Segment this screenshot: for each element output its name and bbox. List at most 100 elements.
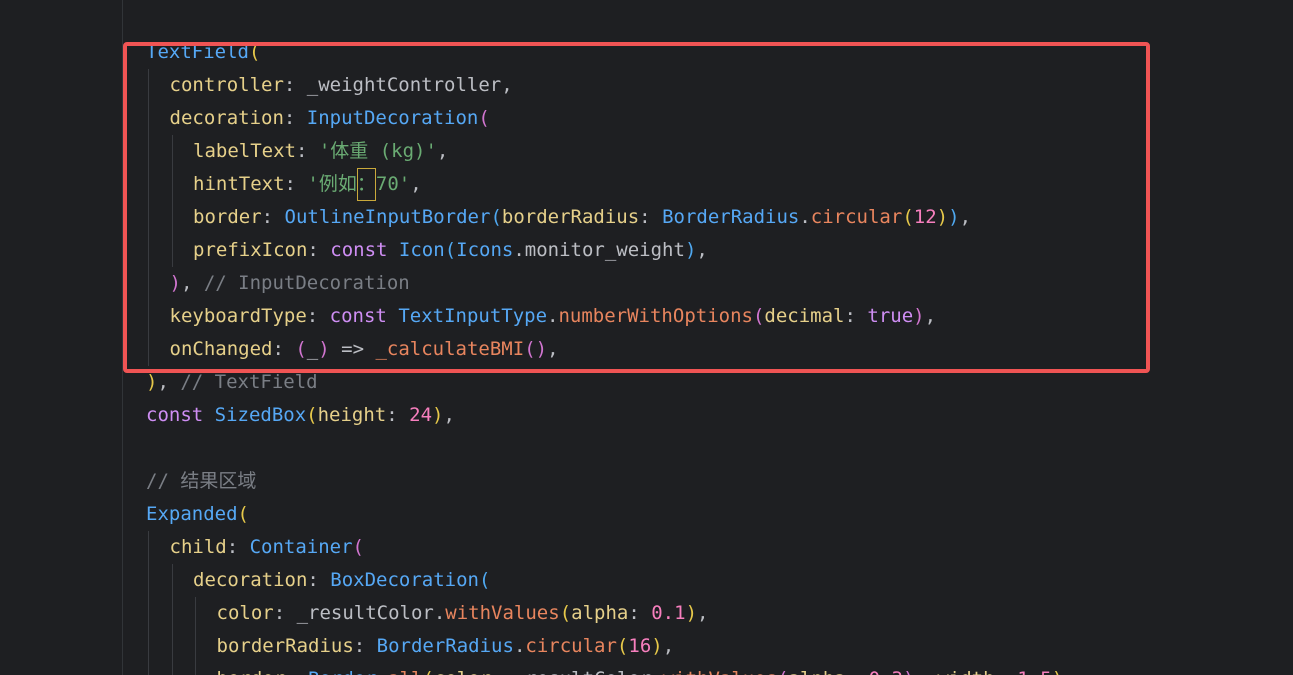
code-line[interactable]: border: Border.all(color: _resultColor.w… [0,663,1293,675]
code-token: TextInputType [398,305,548,327]
code-token: () [524,338,548,360]
code-token: , [547,338,559,360]
code-text: keyboardType: const TextInputType.number… [170,300,937,333]
code-token: : [306,305,330,327]
code-token: : [285,668,308,675]
code-line[interactable]: color: _resultColor.withValues(alpha: 0.… [0,597,1293,630]
code-token: : [272,338,296,360]
code-token: decoration [193,569,308,591]
code-token: , [662,635,675,657]
code-line[interactable]: const SizedBox(height: 24), [0,399,1293,432]
code-editor[interactable]: TextField(controller: _weightController,… [0,0,1293,675]
code-token: : _resultColor. [273,602,446,624]
code-token: ( [478,107,490,129]
indent-guide [148,597,149,630]
code-line[interactable]: // 结果区域 [0,465,1293,498]
code-token: ( [752,305,765,327]
code-token: , [696,239,708,261]
code-line[interactable]: TextField( [0,36,1293,69]
code-token: 12 [913,206,937,228]
code-token: , [436,140,449,162]
code-line[interactable]: controller: _weightController, [0,69,1293,102]
code-text: // 结果区域 [146,465,256,498]
code-line[interactable]: ), // TextField [0,366,1293,399]
code-line[interactable]: labelText: '体重 (kg)', [0,135,1293,168]
code-token: decimal [764,305,845,327]
code-token: : [995,668,1018,675]
code-token: : [307,569,331,591]
code-token: : [284,173,308,195]
code-line[interactable]: Expanded( [0,498,1293,531]
code-token: ( [248,41,261,63]
indent-guide [195,663,196,675]
code-token: : [628,602,652,624]
code-token: .monitor_weight [513,239,685,261]
code-token: prefixIcon [193,239,308,261]
code-token: borderRadius [501,206,640,228]
code-line[interactable] [0,432,1293,465]
code-line[interactable]: borderRadius: BorderRadius.circular(16), [0,630,1293,663]
code-token: , [1063,668,1074,675]
code-text: border: Border.all(color: _resultColor.w… [217,663,1075,675]
indent-guide [171,630,173,663]
indent-guide [171,201,173,234]
code-token: . [377,668,388,675]
code-token: : _resultColor. [491,668,663,675]
code-line[interactable]: child: Container( [0,531,1293,564]
code-token: ) [169,272,181,294]
indent-guide [195,630,196,663]
indent-guide [171,597,173,630]
code-token: ( [306,404,318,426]
code-line[interactable]: hintText: '例如：70', [0,168,1293,201]
code-line[interactable]: ), // InputDecoration [0,267,1293,300]
code-token: : [307,239,331,261]
code-token: , [959,206,972,228]
code-line[interactable]: onChanged: (_) => _calculateBMI(), [0,333,1293,366]
code-token: height [317,404,387,426]
code-line[interactable]: prefixIcon: const Icon(Icons.monitor_wei… [0,234,1293,267]
code-token: border [217,668,286,675]
code-token: : [386,404,410,426]
code-token: , [410,173,422,195]
code-token: numberWithOptions [558,305,753,327]
indent-guide [148,69,149,102]
code-token: , [697,602,709,624]
code-token: . [547,305,559,327]
code-token: : [261,206,285,228]
code-token: hintText [193,173,285,195]
code-token: Icons [456,239,514,261]
code-token: ( [616,635,629,657]
code-token: ) [432,404,444,426]
code-token: ) [936,206,949,228]
code-token: ) [651,635,663,657]
code-line[interactable]: decoration: InputDecoration( [0,102,1293,135]
code-token: labelText [193,140,296,162]
code-token: // TextField [180,371,318,393]
code-token: 24 [409,404,433,426]
code-token: true [867,305,914,327]
code-text: const SizedBox(height: 24), [146,399,455,432]
code-token: => [329,338,376,360]
code-token: , [157,371,181,393]
code-token: '例如 [307,173,357,195]
code-line[interactable]: keyboardType: const TextInputType.number… [0,300,1293,333]
code-text: TextField( [146,36,260,69]
code-token: color [216,602,274,624]
code-token: ( [902,206,914,228]
code-line[interactable]: border: OutlineInputBorder(borderRadius:… [0,201,1293,234]
code-token: ( [352,536,364,558]
code-token: _calculateBMI [375,338,525,360]
code-text: color: _resultColor.withValues(alpha: 0.… [217,597,709,630]
code-token: width [937,668,994,675]
code-token: : [226,536,250,558]
code-token: '体重 (kg)' [318,140,437,162]
indent-guide [148,267,149,300]
code-token: ) [903,668,914,675]
code-text: child: Container( [170,531,365,564]
code-text: prefixIcon: const Icon(Icons.monitor_wei… [193,234,708,267]
code-line[interactable]: decoration: BoxDecoration( [0,564,1293,597]
code-text: ), // TextField [146,366,318,399]
code-text: borderRadius: BorderRadius.circular(16), [217,630,675,663]
indent-guide [148,564,149,597]
code-token: ( [295,338,307,360]
